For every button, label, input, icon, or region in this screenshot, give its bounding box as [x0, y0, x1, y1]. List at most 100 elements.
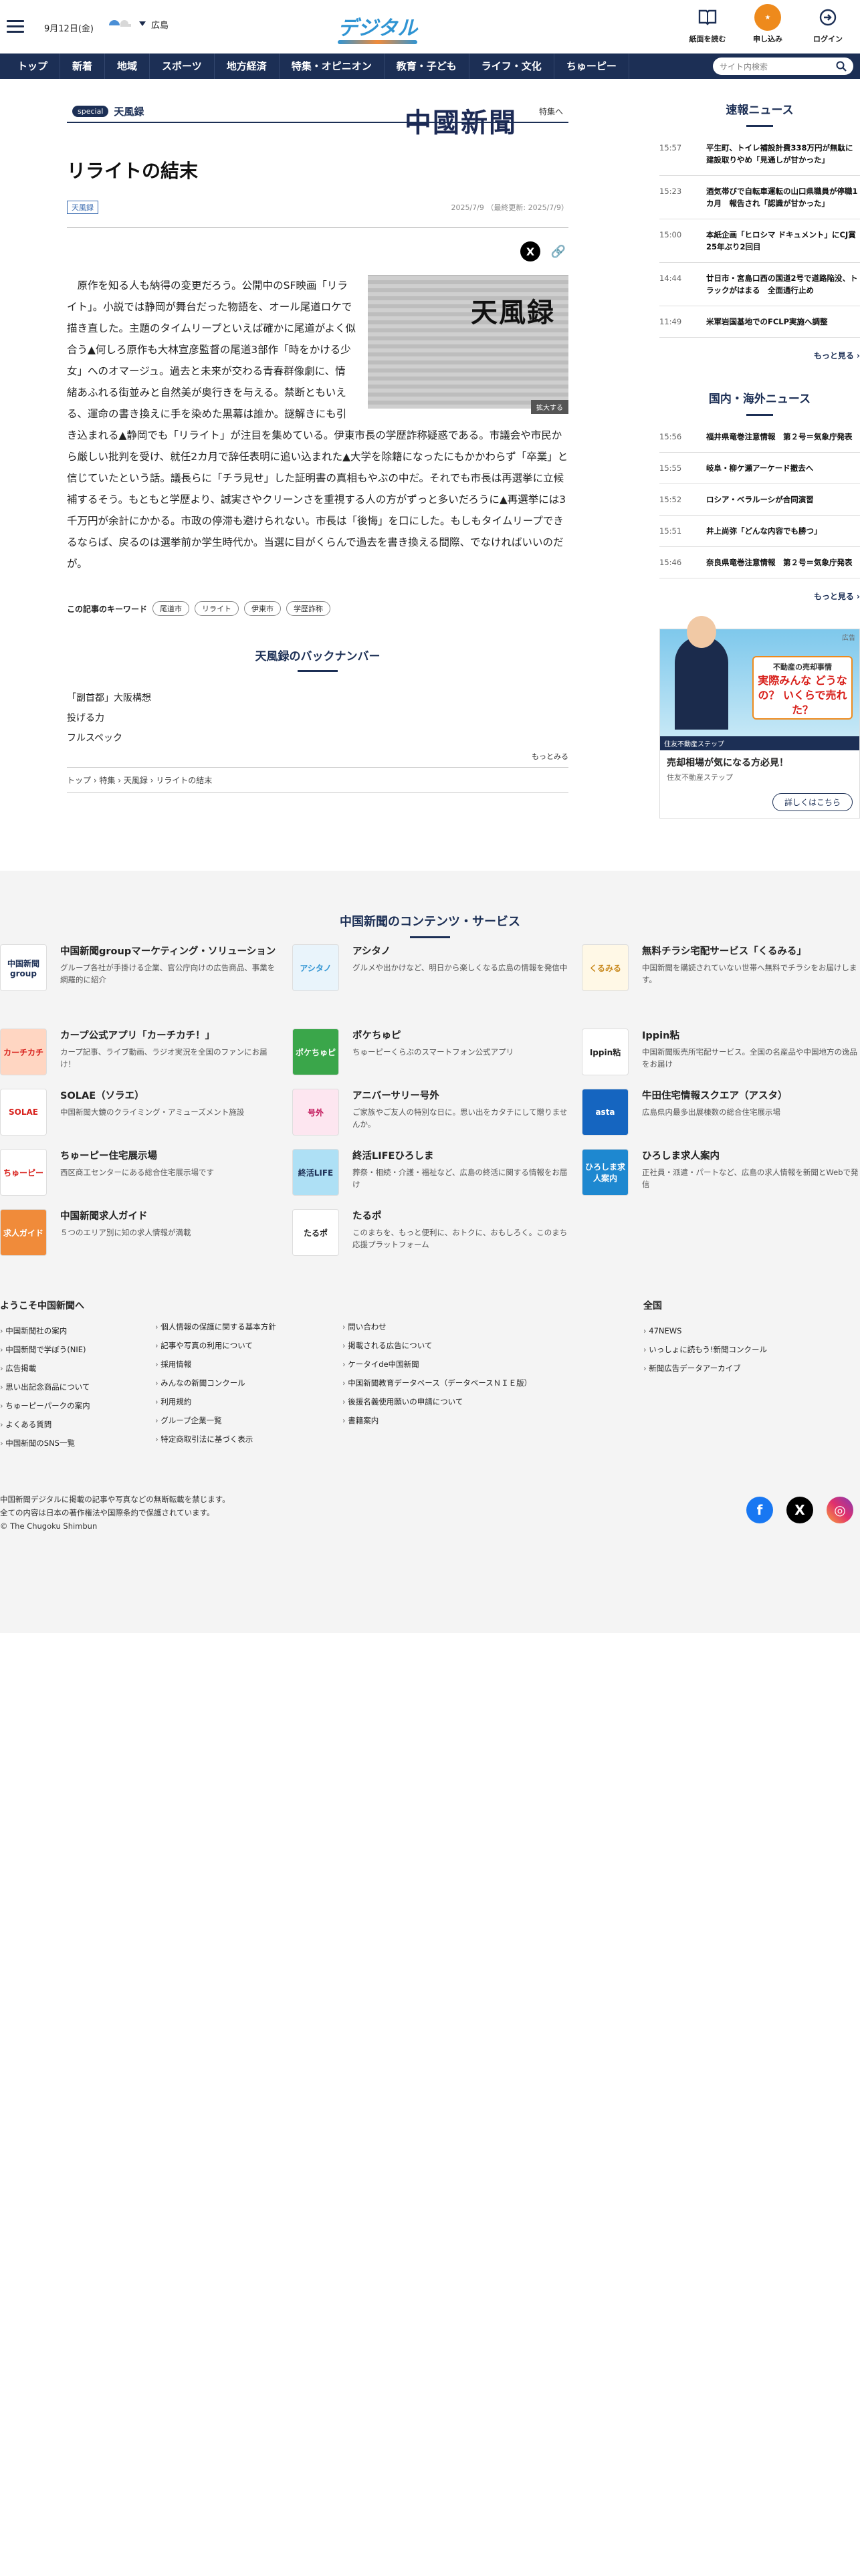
header-read-paper-button[interactable]: 紙面を読む — [687, 4, 728, 44]
article-figure[interactable]: 天風録 拡大する — [368, 275, 568, 414]
footer-link[interactable]: 利用規約 — [155, 1392, 276, 1411]
copyright-line: 全ての内容は日本の著作権法や国際条約で保護されています。 — [0, 1508, 215, 1517]
service-logo: ひろしま求人案内 — [582, 1149, 629, 1196]
facebook-icon[interactable]: f — [746, 1497, 773, 1523]
service-item[interactable]: SOLAE SOLAE（ソラエ） 中国新聞大鏡のクライミング・アミューズメント施設 — [0, 1089, 281, 1136]
service-item[interactable]: ポケちゅピ ポケちゅピ ちゅーピーくらぶのスマートフォン公式アプリ — [292, 1029, 573, 1075]
current-date: 9月12日(金) — [44, 24, 94, 34]
nav-item-new[interactable]: 新着 — [60, 53, 106, 79]
nav-item-chupy[interactable]: ちゅーピー — [554, 53, 629, 79]
news-row[interactable]: 15:55 岐阜・柳ケ瀬アーケード撤去へ — [659, 453, 860, 484]
news-row[interactable]: 15:56 福井県竜巻注意情報 第２号＝気象庁発表 — [659, 421, 860, 453]
backnumber-item[interactable]: フルスペック — [67, 728, 568, 748]
nav-item-opinion[interactable]: 特集・オピニオン — [280, 53, 385, 79]
service-logo: Ippin粘 — [582, 1029, 629, 1075]
copy-link-icon[interactable]: 🔗 — [548, 241, 568, 261]
footer-link[interactable]: 掲載される広告について — [342, 1336, 532, 1355]
backnumber-more-link[interactable]: もっとみる — [67, 751, 568, 762]
keyword-pill[interactable]: 学歴詐称 — [286, 601, 331, 616]
footer-link[interactable]: 新聞広告データアーカイブ — [643, 1359, 767, 1378]
service-item[interactable]: くるみる 無料チラシ宅配サービス「くるみる」 中国新聞を購読されていない世帯へ無料で… — [582, 944, 860, 991]
news-row[interactable]: 15:00 本紙企画「ヒロシマ ドキュメント」にCJ賞 25年ぶり2回目 — [659, 219, 860, 263]
service-item[interactable]: 中国新聞group 中国新聞groupマーケティング・ソリューション グループ各社が… — [0, 944, 281, 991]
ad-details-button[interactable]: 詳しくはこちら — [772, 793, 853, 811]
search-icon[interactable] — [836, 61, 847, 72]
service-item[interactable]: 号外 アニバーサリー号外 ご家族やご友人の特別な日に。思い出をカタチにして贈りません… — [292, 1089, 573, 1136]
header-subscribe-button[interactable]: ★ 申し込み — [748, 4, 788, 44]
footer-link[interactable]: みんなの新聞コンクール — [155, 1374, 276, 1392]
footer-link[interactable]: 特定商取引法に基づく表示 — [155, 1430, 276, 1448]
footer-link[interactable]: ケータイde中国新聞 — [342, 1355, 532, 1374]
news-row[interactable]: 15:57 平生町、トイレ補設計費338万円が無駄に 建設取りやめ「見通しが甘かっ… — [659, 132, 860, 176]
site-search-input[interactable]: サイト内検索 — [713, 58, 853, 75]
backnumber-item[interactable]: 投げる力 — [67, 708, 568, 728]
footer-link[interactable]: 後援名義使用願いの申請について — [342, 1392, 532, 1411]
feature-link[interactable]: 特集へ — [539, 106, 563, 117]
news-row[interactable]: 15:51 井上尚弥「どんな内容でも勝つ」 — [659, 516, 860, 547]
footer-link[interactable]: 書籍案内 — [342, 1411, 532, 1430]
section-name[interactable]: 天風録 — [114, 104, 144, 118]
nav-item-economy[interactable]: 地方経済 — [215, 53, 280, 79]
nav-item-life[interactable]: ライフ・文化 — [469, 53, 554, 79]
hamburger-menu-icon[interactable] — [7, 20, 24, 35]
footer-link[interactable]: よくある質問 — [0, 1415, 90, 1434]
service-logo: ポケちゅピ — [292, 1029, 339, 1075]
service-item[interactable]: ちゅーピー ちゅーピー住宅展示場 西区商工センターにある総合住宅展示場です — [0, 1149, 281, 1196]
breadcrumb[interactable]: トップ › 特集 › 天風録 › リライトの結末 — [67, 767, 568, 793]
footer-link[interactable]: 個人情報の保護に関する基本方針 — [155, 1317, 276, 1336]
nav-item-sports[interactable]: スポーツ — [150, 53, 215, 79]
footer-link[interactable]: 記事や写真の利用について — [155, 1336, 276, 1355]
share-bar: X 🔗 — [67, 241, 568, 261]
service-item[interactable]: asta 牛田住宅情報スクエア（アスタ） 広島県内最多出展棟数の総合住宅展示場 — [582, 1089, 860, 1136]
news-row[interactable]: 15:52 ロシア・ベラルーシが合同演習 — [659, 484, 860, 516]
service-item[interactable]: たるポ たるポ このまちを、もっと便利に、おトクに、おもしろく。このまち応援プラット… — [292, 1209, 573, 1256]
service-item[interactable]: 終活LIFE 終活LIFEひろしま 葬祭・相続・介護・福祉など、広島の終活に関する情… — [292, 1149, 573, 1196]
footer-link[interactable]: 47NEWS — [643, 1321, 767, 1340]
domestic-more-link[interactable]: もっと見る › — [659, 591, 860, 602]
weather-widget[interactable]: 広島 — [107, 17, 169, 31]
sidebar-ad[interactable]: 広告 不動産の売却事情 実際みんな どうなの？ いくらで売れた？ 住友不動産ステ… — [659, 616, 860, 819]
nav-item-education[interactable]: 教育・子ども — [385, 53, 469, 79]
news-row[interactable]: 11:49 米軍岩国基地でのFCLP実施へ調整 — [659, 306, 860, 338]
enlarge-button[interactable]: 拡大する — [531, 400, 568, 414]
footer-link[interactable]: 広告掲載 — [0, 1359, 90, 1378]
news-row[interactable]: 14:44 廿日市・宮島口西の国道2号で道路陥没、トラックがはまる 全面通行止め — [659, 263, 860, 306]
footer-link[interactable]: 中国新聞のSNS一覧 — [0, 1434, 90, 1453]
instagram-icon[interactable]: ◎ — [827, 1497, 853, 1523]
keyword-pill[interactable]: リライト — [195, 601, 239, 616]
keyword-pill[interactable]: 伊東市 — [244, 601, 282, 616]
keywords-label: この記事のキーワード — [67, 604, 148, 614]
footer-link[interactable]: ちゅーピーパークの案内 — [0, 1396, 90, 1415]
more-label: もっと見る — [813, 351, 854, 360]
ad-bubble-main: 実際みんな どうなの？ いくらで売れた？ — [758, 674, 847, 716]
footer-link[interactable]: 中国新聞社の案内 — [0, 1321, 90, 1340]
service-item[interactable]: 求人ガイド 中国新聞求人ガイド ５つのエリア別に知の求人情報が満載 — [0, 1209, 281, 1256]
nav-item-top[interactable]: トップ — [5, 53, 61, 79]
footer-link[interactable]: 採用情報 — [155, 1355, 276, 1374]
footer-link[interactable]: 中国新聞で学ぼう(NIE) — [0, 1340, 90, 1359]
news-row[interactable]: 15:46 奈良県竜巻注意情報 第２号＝気象庁発表 — [659, 547, 860, 578]
footer-link[interactable]: 思い出記念商品について — [0, 1378, 90, 1396]
article-tag[interactable]: 天風録 — [67, 201, 98, 214]
service-item[interactable]: アシタノ アシタノ グルメや出かけなど、明日から楽しくなる広島の情報を発信中 — [292, 944, 573, 991]
footer-link[interactable]: 問い合わせ — [342, 1317, 532, 1336]
footer-link[interactable]: 中国新聞教育データベース（データベースＮＩＥ版） — [342, 1374, 532, 1392]
service-item[interactable]: カーチカチ カープ公式アプリ「カーチカチ！」 カープ記事、ライブ動画、ラジオ実況を全… — [0, 1029, 281, 1075]
backnumber-item[interactable]: 「副首都」大阪構想 — [67, 688, 568, 708]
header-login-button[interactable]: ログイン — [808, 4, 848, 44]
news-row[interactable]: 15:23 酒気帯びで自転車運転の山口県職員が停職1カ月 報告され「認識が甘かった… — [659, 176, 860, 219]
article-body: 天風録 拡大する 原作を知る人も納得の変更だろう。公開中のSF映画「リライト」。… — [67, 275, 568, 574]
service-item[interactable]: ひろしま求人案内 ひろしま求人案内 正社員・派遣・パートなど、広島の求人情報を新聞と… — [582, 1149, 860, 1196]
x-icon[interactable]: X — [786, 1497, 813, 1523]
keyword-pill[interactable]: 尾道市 — [152, 601, 190, 616]
x-share-icon[interactable]: X — [520, 241, 540, 261]
nav-item-local[interactable]: 地域 — [105, 53, 150, 79]
breaking-more-link[interactable]: もっと見る › — [659, 350, 860, 361]
news-title: 井上尚弥「どんな内容でも勝つ」 — [706, 526, 822, 536]
footer-link[interactable]: グループ企業一覧 — [155, 1411, 276, 1430]
footer-national-heading: 全国 — [643, 1301, 662, 1311]
weather-area: 広島 — [151, 20, 169, 31]
footer-link[interactable]: いっしょに読もう!新聞コンクール — [643, 1340, 767, 1359]
site-logo[interactable]: 中國新聞 デジタル — [338, 7, 516, 138]
service-item[interactable]: Ippin粘 Ippin粘 中国新聞販売所宅配サービス。全国の名産品や中国地方の逸品… — [582, 1029, 860, 1075]
